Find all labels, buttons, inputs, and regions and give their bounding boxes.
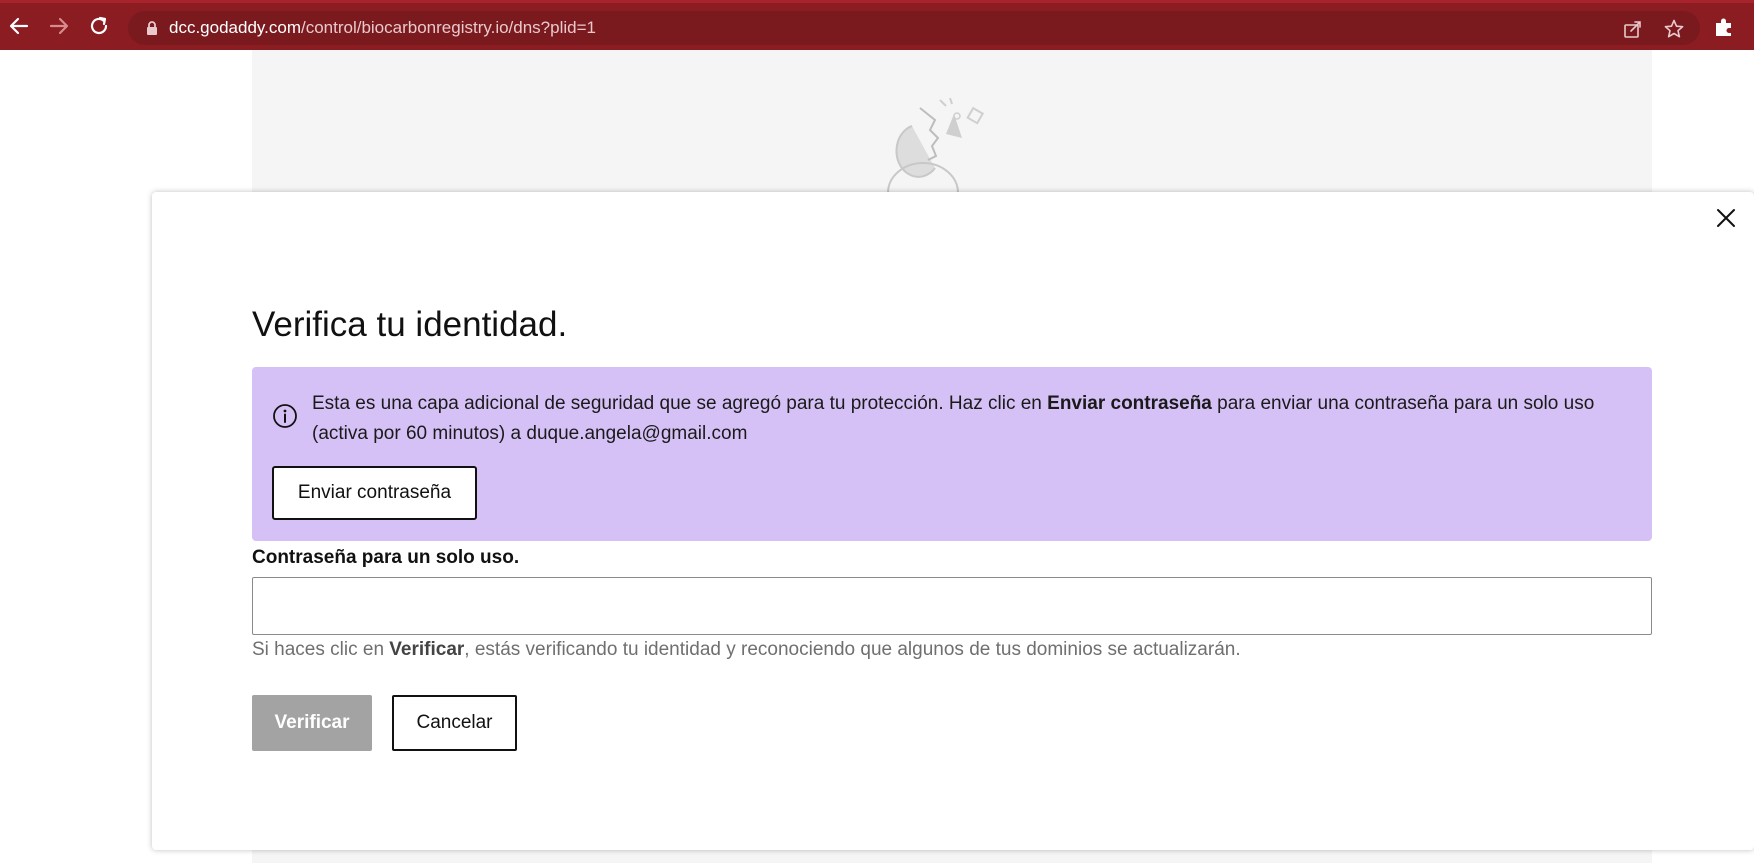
otp-input[interactable] xyxy=(252,577,1652,635)
forward-button[interactable] xyxy=(46,13,72,39)
hint-end: , estás verificando tu identidad y recon… xyxy=(464,639,1241,660)
browser-toolbar: dcc.godaddy.com/control/biocarbonregistr… xyxy=(0,0,1754,50)
hint-bold: Verificar xyxy=(389,639,465,660)
info-banner: Esta es una capa adicional de seguridad … xyxy=(252,367,1652,541)
hint-start: Si haces clic en xyxy=(252,639,390,660)
cancel-button[interactable]: Cancelar xyxy=(392,695,517,751)
share-icon[interactable] xyxy=(1622,18,1644,40)
verify-hint: Si haces clic en Verificar, estás verifi… xyxy=(252,639,1241,661)
close-icon xyxy=(1717,209,1735,227)
url-host: dcc.godaddy.com xyxy=(169,18,301,37)
info-text-bold: Enviar contraseña xyxy=(1047,393,1212,414)
back-arrow-icon xyxy=(9,17,29,35)
close-button[interactable] xyxy=(1712,204,1740,232)
info-icon xyxy=(273,404,297,428)
verify-button[interactable]: Verificar xyxy=(252,695,372,751)
url-text: dcc.godaddy.com/control/biocarbonregistr… xyxy=(169,18,596,38)
address-bar[interactable]: dcc.godaddy.com/control/biocarbonregistr… xyxy=(128,11,1700,45)
info-text-start: Esta es una capa adicional de seguridad … xyxy=(312,393,1048,414)
person-illustration xyxy=(887,98,985,194)
puzzle-icon[interactable] xyxy=(1712,15,1736,39)
lock-icon xyxy=(147,21,157,35)
back-button[interactable] xyxy=(6,13,32,39)
info-text: Esta es una capa adicional de seguridad … xyxy=(312,389,1612,449)
otp-label: Contraseña para un solo uso. xyxy=(252,547,520,568)
reload-button[interactable] xyxy=(86,13,112,39)
forward-arrow-icon xyxy=(49,17,69,35)
send-password-button[interactable]: Enviar contraseña xyxy=(272,466,477,520)
star-icon[interactable] xyxy=(1663,18,1685,40)
verify-identity-modal: Verifica tu identidad. Esta es una capa … xyxy=(152,192,1754,850)
reload-icon xyxy=(90,16,108,35)
modal-title: Verifica tu identidad. xyxy=(252,305,568,344)
url-path: /control/biocarbonregistry.io/dns?plid=1 xyxy=(300,18,596,37)
